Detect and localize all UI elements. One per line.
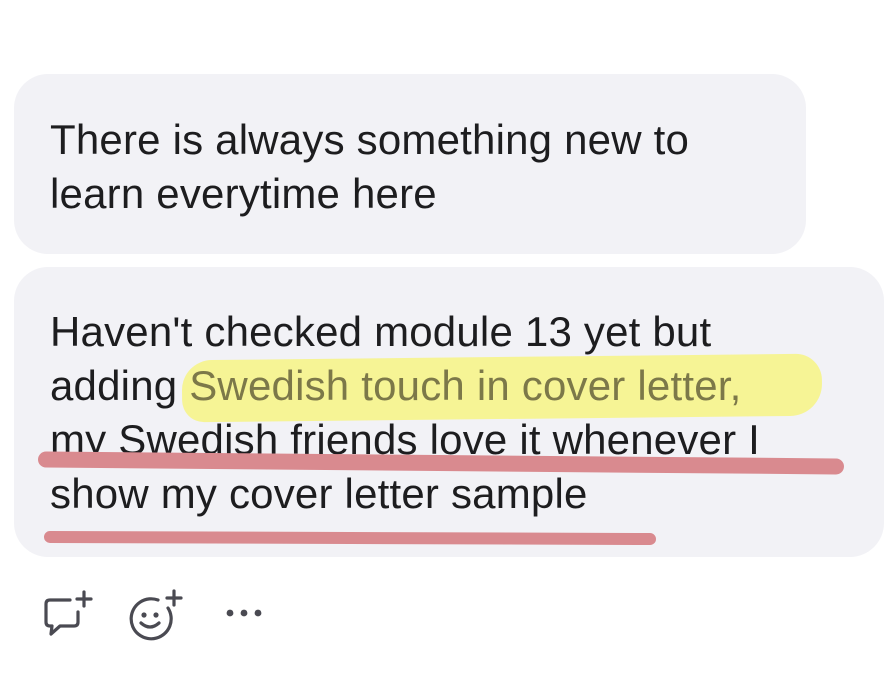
- add-reaction-button[interactable]: [128, 588, 188, 647]
- more-options-button[interactable]: [224, 606, 264, 625]
- message-1-line-2: learn everytime here: [50, 170, 437, 217]
- message-bubble-1: There is always something new to learn e…: [14, 74, 806, 254]
- red-underline-annotation-2: [43, 530, 657, 546]
- add-reaction-icon: [129, 589, 183, 641]
- message-bubble-2: Haven't checked module 13 yet but adding…: [14, 267, 884, 557]
- more-options-icon: [226, 609, 262, 617]
- message-2-line-2: adding Swedish touch in cover letter,: [50, 359, 884, 413]
- message-1-line-1: There is always something new to: [50, 116, 690, 163]
- message-2-line-1: Haven't checked module 13 yet but: [50, 308, 712, 355]
- highlighted-text: Swedish touch in cover letter,: [189, 362, 742, 409]
- add-comment-button[interactable]: [40, 588, 94, 645]
- message-2-line-2-prefix: adding: [50, 362, 190, 409]
- add-comment-icon: [44, 590, 93, 636]
- message-2-line-4: show my cover letter sample: [50, 470, 588, 517]
